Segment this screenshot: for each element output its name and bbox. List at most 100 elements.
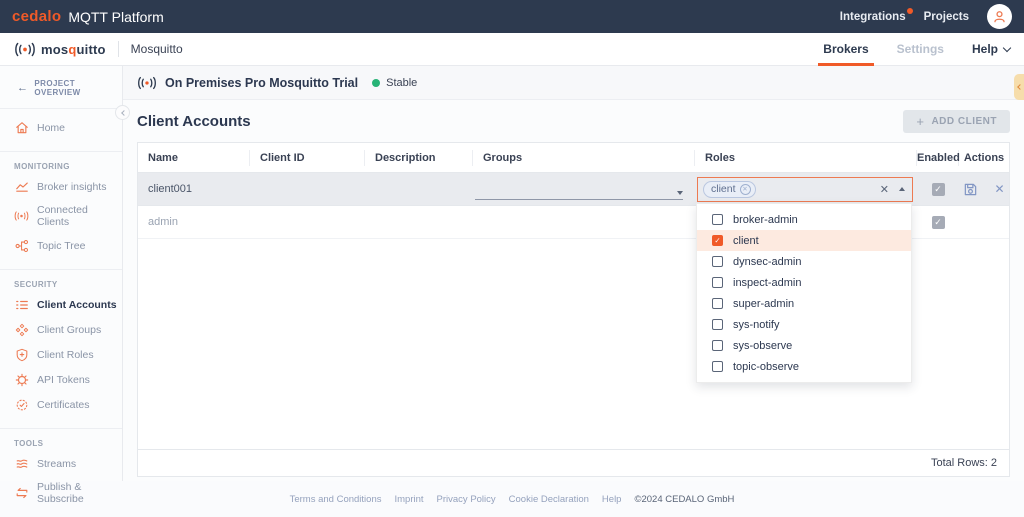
chevron-down-icon [677, 191, 683, 195]
tab-settings[interactable]: Settings [897, 33, 944, 66]
column-header-client-id[interactable]: Client ID [250, 150, 365, 166]
sidebar-item-client-groups[interactable]: Client Groups [0, 317, 122, 342]
footer: Terms and Conditions Imprint Privacy Pol… [0, 481, 1024, 517]
roles-dropdown: broker-admin ✓ client dynsec-admin inspe… [696, 203, 912, 383]
footer-link-imprint[interactable]: Imprint [394, 494, 423, 505]
mosquitto-logo[interactable]: mosquitto [14, 42, 106, 57]
sidebar-collapse-button[interactable] [115, 105, 130, 120]
breadcrumb: Mosquitto [131, 42, 183, 56]
save-icon[interactable] [963, 182, 978, 197]
dropdown-option-topic-observe[interactable]: topic-observe [697, 356, 911, 377]
section-label-tools: TOOLS [0, 435, 122, 451]
tab-brokers[interactable]: Brokers [823, 33, 868, 66]
enabled-checkbox[interactable]: ✓ [932, 216, 945, 229]
checkbox[interactable] [712, 277, 723, 288]
dropdown-option-sys-observe[interactable]: sys-observe [697, 335, 911, 356]
certificate-icon [14, 397, 29, 412]
content-area: On Premises Pro Mosquitto Trial Stable C… [123, 66, 1024, 481]
table-header-row: Name Client ID Description Groups Roles … [138, 143, 1009, 173]
divider [0, 269, 122, 270]
cell-enabled: ✓ [917, 183, 959, 196]
footer-link-terms[interactable]: Terms and Conditions [290, 494, 382, 505]
back-arrow-icon: ← [17, 82, 28, 94]
checkbox[interactable] [712, 319, 723, 330]
cancel-icon[interactable]: ✕ [994, 182, 1004, 196]
column-header-roles[interactable]: Roles [695, 150, 917, 166]
home-icon [14, 120, 29, 135]
broker-header: On Premises Pro Mosquitto Trial Stable [123, 66, 1024, 100]
dropdown-option-super-admin[interactable]: super-admin [697, 293, 911, 314]
checkbox[interactable] [712, 298, 723, 309]
status-dot [372, 79, 380, 87]
notification-dot [907, 8, 913, 14]
chevron-up-icon[interactable] [899, 187, 905, 191]
project-overview-link[interactable]: ← PROJECT OVERVIEW [0, 79, 122, 97]
checkbox-checked[interactable]: ✓ [712, 235, 723, 246]
role-chip: client ✕ [703, 181, 756, 198]
section-label-security: SECURITY [0, 276, 122, 292]
footer-link-help[interactable]: Help [602, 494, 622, 505]
groups-select[interactable] [475, 179, 683, 200]
divider [0, 428, 122, 429]
projects-link[interactable]: Projects [924, 11, 969, 23]
app-header: cedalo MQTT Platform Integrations Projec… [0, 0, 1024, 33]
cell-actions: ✕ [959, 182, 1009, 197]
mosquitto-logo-text: mosquitto [41, 42, 106, 57]
table-row[interactable]: client001 client ✕ ✕ [138, 173, 1009, 206]
arrows-icon [14, 486, 29, 501]
cell-enabled: ✓ [917, 216, 959, 229]
cell-name: admin [138, 216, 250, 228]
dropdown-option-sys-notify[interactable]: sys-notify [697, 314, 911, 335]
sidebar-item-publish-subscribe[interactable]: Publish & Subscribe [0, 476, 122, 510]
cell-name: client001 [138, 183, 250, 195]
checkbox[interactable] [712, 256, 723, 267]
enabled-checkbox[interactable]: ✓ [932, 183, 945, 196]
integrations-link[interactable]: Integrations [840, 11, 906, 23]
clear-roles-icon[interactable]: ✕ [880, 183, 889, 196]
sidebar-item-client-roles[interactable]: Client Roles [0, 342, 122, 367]
chevron-left-icon [121, 110, 127, 116]
column-header-actions[interactable]: Actions [959, 150, 1009, 166]
cell-groups [473, 179, 695, 200]
sidebar-item-client-accounts[interactable]: Client Accounts [0, 292, 122, 317]
sidebar-item-certificates[interactable]: Certificates [0, 392, 122, 417]
dropdown-option-client[interactable]: ✓ client [697, 230, 911, 251]
add-client-button[interactable]: + ADD CLIENT [903, 110, 1010, 133]
roles-input[interactable]: client ✕ ✕ [697, 177, 913, 202]
mosquitto-signal-icon [14, 42, 36, 57]
tab-help[interactable]: Help [972, 33, 1010, 66]
checkbox[interactable] [712, 361, 723, 372]
total-rows-label: Total Rows: 2 [931, 457, 997, 469]
token-icon [14, 372, 29, 387]
sidebar-item-broker-insights[interactable]: Broker insights [0, 174, 122, 199]
column-header-description[interactable]: Description [365, 150, 473, 166]
column-header-name[interactable]: Name [138, 150, 250, 166]
sidebar-item-topic-tree[interactable]: Topic Tree [0, 233, 122, 258]
footer-link-cookie[interactable]: Cookie Declaration [509, 494, 589, 505]
footer-link-privacy[interactable]: Privacy Policy [437, 494, 496, 505]
status-label: Stable [386, 77, 417, 89]
total-rows-bar: Total Rows: 2 [138, 449, 1009, 476]
page-title: Client Accounts [137, 113, 251, 130]
chip-remove-icon[interactable]: ✕ [740, 184, 751, 195]
dropdown-option-broker-admin[interactable]: broker-admin [697, 209, 911, 230]
sidebar-item-home[interactable]: Home [0, 115, 122, 140]
cell-roles: client ✕ ✕ [695, 177, 917, 202]
checkbox[interactable] [712, 340, 723, 351]
groups-icon [14, 322, 29, 337]
sidebar-item-streams[interactable]: Streams [0, 451, 122, 476]
sidebar-item-connected-clients[interactable]: Connected Clients [0, 199, 122, 233]
column-header-groups[interactable]: Groups [473, 150, 695, 166]
copyright: ©2024 CEDALO GmbH [634, 494, 734, 505]
panel-collapse-handle[interactable] [1014, 74, 1024, 100]
checkbox[interactable] [712, 214, 723, 225]
sidebar-item-api-tokens[interactable]: API Tokens [0, 367, 122, 392]
sidebar: ← PROJECT OVERVIEW Home MONITORING Broke… [0, 66, 123, 481]
dropdown-option-dynsec-admin[interactable]: dynsec-admin [697, 251, 911, 272]
chevron-down-icon [1003, 43, 1011, 51]
column-header-enabled[interactable]: Enabled [917, 150, 959, 166]
signal-icon [14, 209, 29, 224]
chart-icon [14, 179, 29, 194]
user-avatar[interactable] [987, 4, 1012, 29]
dropdown-option-inspect-admin[interactable]: inspect-admin [697, 272, 911, 293]
